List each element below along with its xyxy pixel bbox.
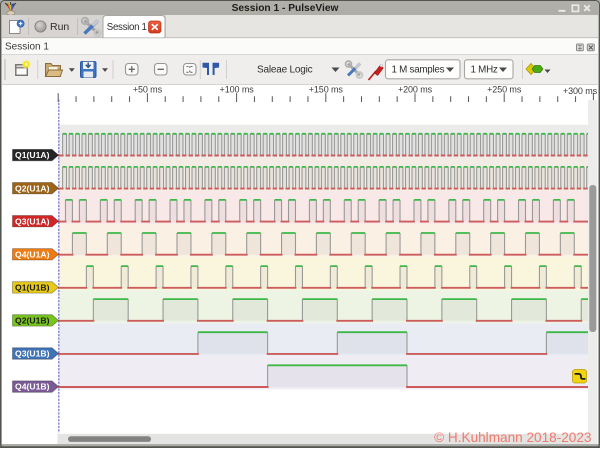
- svg-text:Q3(U1A): Q3(U1A): [15, 216, 50, 226]
- svg-text:Q4(U1B): Q4(U1B): [15, 382, 50, 392]
- svg-text:Q1(U1B): Q1(U1B): [15, 283, 50, 293]
- svg-text:Q1(U1A): Q1(U1A): [15, 150, 50, 160]
- svg-text:Session 1: Session 1: [5, 41, 49, 52]
- svg-text:© H.Kuhlmann 2018-2023: © H.Kuhlmann 2018-2023: [434, 430, 591, 445]
- svg-text:+50 ms: +50 ms: [133, 84, 163, 94]
- svg-text:+100 ms: +100 ms: [220, 84, 255, 94]
- svg-text:+200 ms: +200 ms: [398, 84, 433, 94]
- svg-text:Session 1: Session 1: [107, 22, 147, 33]
- svg-text:Q2(U1B): Q2(U1B): [15, 316, 50, 326]
- svg-text:1 M samples: 1 M samples: [392, 65, 445, 76]
- svg-text:1 MHz: 1 MHz: [471, 65, 498, 76]
- svg-text:+150 ms: +150 ms: [309, 84, 344, 94]
- svg-text:Q2(U1A): Q2(U1A): [15, 183, 50, 193]
- svg-text:Q3(U1B): Q3(U1B): [15, 349, 50, 359]
- svg-text:Q4(U1A): Q4(U1A): [15, 249, 50, 259]
- svg-text:Saleae Logic: Saleae Logic: [257, 65, 313, 76]
- svg-text:Session 1 - PulseView: Session 1 - PulseView: [232, 3, 339, 14]
- svg-text:+250 ms: +250 ms: [487, 84, 522, 94]
- svg-text:Run: Run: [50, 21, 69, 33]
- svg-text:+300 ms: +300 ms: [563, 86, 598, 96]
